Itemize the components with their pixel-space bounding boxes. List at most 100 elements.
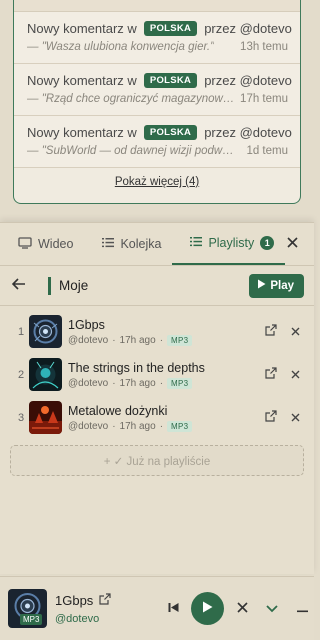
mini-player: MP3 1Gbps @dotevo bbox=[0, 576, 314, 640]
notification-time: 17h temu bbox=[240, 93, 288, 105]
notification-details: — "Wasza ulubiona konwencja gier." 13h t… bbox=[27, 41, 300, 53]
track-cover bbox=[29, 401, 62, 434]
track-title: The strings in the depths bbox=[68, 360, 205, 375]
notification-item[interactable]: Nowy komentarz w POLSKA przez @dotevo — … bbox=[14, 12, 300, 64]
track-author: @dotevo bbox=[68, 420, 109, 432]
track-actions bbox=[264, 409, 314, 425]
playlist-title: Moje bbox=[59, 278, 89, 293]
category-badge[interactable]: POLSKA bbox=[143, 73, 198, 88]
playlist-header: Moje Play bbox=[0, 266, 314, 306]
track-age: 17h ago bbox=[119, 334, 156, 346]
close-icon bbox=[286, 235, 298, 253]
track-number: 3 bbox=[18, 411, 25, 424]
meta-separator: · bbox=[159, 420, 164, 432]
tab-playlists[interactable]: Playlisty 1 bbox=[172, 223, 286, 265]
tab-queue-label: Kolejka bbox=[120, 237, 162, 251]
track-info: 1Gbps @dotevo · 17h ago · MP3 bbox=[68, 318, 264, 346]
open-external-button[interactable] bbox=[264, 409, 278, 425]
open-external-button[interactable] bbox=[264, 323, 278, 341]
notification-prefix: Nowy komentarz w bbox=[27, 21, 137, 36]
monitor-icon bbox=[18, 236, 32, 252]
track-row[interactable]: 1 1Gbps @dotevo · 17h ago · MP3 bbox=[0, 310, 314, 353]
format-badge: MP3 bbox=[167, 334, 193, 346]
notification-author: przez @dotevo bbox=[204, 125, 292, 140]
format-badge: MP3 bbox=[167, 420, 193, 432]
external-link-icon[interactable] bbox=[99, 592, 111, 608]
track-meta: @dotevo · 17h ago · MP3 bbox=[68, 334, 264, 346]
back-button[interactable] bbox=[11, 277, 30, 295]
play-pause-button[interactable] bbox=[191, 592, 224, 625]
meta-separator: · bbox=[159, 377, 164, 389]
notification-headline: Nowy komentarz w POLSKA przez @dotevo bbox=[27, 73, 300, 88]
external-link-icon bbox=[265, 366, 277, 384]
already-in-playlist-button[interactable]: + ✓ Już na playliście bbox=[10, 445, 304, 476]
track-number: 1 bbox=[18, 325, 25, 338]
external-link-icon bbox=[265, 323, 277, 341]
minimize-player-button[interactable] bbox=[290, 597, 314, 621]
meta-separator: · bbox=[112, 420, 116, 432]
notification-author: przez @dotevo bbox=[204, 21, 292, 36]
list-icon bbox=[102, 237, 115, 251]
track-actions bbox=[264, 323, 314, 341]
close-icon bbox=[291, 409, 300, 427]
track-meta: @dotevo · 17h ago · MP3 bbox=[68, 377, 264, 389]
track-author: @dotevo bbox=[68, 334, 109, 346]
track-title: Metalowe dożynki bbox=[68, 403, 168, 418]
track-info: Metalowe dożynki @dotevo · 17h ago · MP3 bbox=[68, 404, 264, 432]
now-playing-title-row: 1Gbps bbox=[55, 593, 143, 608]
track-info: The strings in the depths @dotevo · 17h … bbox=[68, 361, 264, 389]
show-more-container: Pokaż więcej (4) bbox=[14, 168, 300, 188]
tab-video[interactable]: Wideo bbox=[0, 223, 84, 265]
remove-track-button[interactable] bbox=[288, 411, 302, 425]
track-author: @dotevo bbox=[68, 377, 109, 389]
previous-button[interactable] bbox=[161, 597, 185, 621]
stop-button[interactable] bbox=[230, 597, 254, 621]
track-row[interactable]: 2 The strings in the depths @dotevo · 17… bbox=[0, 353, 314, 396]
playlists-count-badge: 1 bbox=[260, 236, 275, 250]
format-badge: MP3 bbox=[167, 377, 193, 389]
notification-quote: — "Wasza ulubiona konwencja gier." bbox=[27, 41, 215, 53]
open-external-button[interactable] bbox=[264, 366, 278, 384]
chevron-down-icon bbox=[266, 600, 278, 618]
notification-details: — "SubWorld — od dawnej wizji podwodne..… bbox=[27, 145, 300, 157]
now-playing-artist[interactable]: @dotevo bbox=[55, 613, 143, 625]
arrow-left-icon bbox=[11, 277, 26, 295]
play-playlist-label: Play bbox=[270, 279, 294, 292]
notification-quote: — "Rząd chce ograniczyć magazynowani... bbox=[27, 93, 235, 105]
meta-separator: · bbox=[112, 377, 116, 389]
track-number: 2 bbox=[18, 368, 25, 381]
notification-item[interactable]: Nowy komentarz w POLSKA przez @dotevo — … bbox=[14, 116, 300, 168]
list-icon bbox=[190, 236, 203, 250]
now-playing-cover[interactable]: MP3 bbox=[8, 589, 47, 628]
player-controls bbox=[161, 592, 314, 625]
skip-previous-icon bbox=[168, 600, 179, 618]
notification-time: 13h temu bbox=[240, 41, 288, 53]
close-icon bbox=[291, 323, 300, 341]
track-actions bbox=[264, 366, 314, 384]
notification-prefix: Nowy komentarz w bbox=[27, 125, 137, 140]
drawer-tabs: Wideo Kolejka Playlisty 1 bbox=[0, 223, 314, 266]
track-row[interactable]: 3 Metalowe dożynki @dotevo · 17h ago · M… bbox=[0, 396, 314, 439]
close-icon bbox=[236, 600, 248, 618]
tab-video-label: Wideo bbox=[38, 237, 74, 251]
track-meta: @dotevo · 17h ago · MP3 bbox=[68, 420, 264, 432]
remove-track-button[interactable] bbox=[288, 368, 302, 382]
play-playlist-button[interactable]: Play bbox=[249, 273, 304, 298]
tab-queue[interactable]: Kolejka bbox=[84, 223, 172, 265]
notification-time: 1d temu bbox=[246, 145, 288, 157]
meta-separator: · bbox=[159, 334, 164, 346]
remove-track-button[interactable] bbox=[288, 325, 302, 339]
notification-quote: — "SubWorld — od dawnej wizji podwodne..… bbox=[27, 145, 235, 157]
close-drawer-button[interactable] bbox=[282, 234, 302, 254]
collapse-player-button[interactable] bbox=[260, 597, 284, 621]
notification-item[interactable]: Nowy komentarz w POLSKA przez @dotevo — … bbox=[14, 64, 300, 116]
playlist-accent-bar bbox=[48, 276, 51, 295]
category-badge[interactable]: POLSKA bbox=[143, 125, 198, 140]
media-drawer: Wideo Kolejka Playlisty 1 Moje Play 1 1G… bbox=[0, 222, 314, 574]
notification-details: — "Rząd chce ograniczyć magazynowani... … bbox=[27, 93, 300, 105]
notifications-area: Nowy komentarz w POLSKA przez @dotevo — … bbox=[0, 0, 314, 222]
show-more-link[interactable]: Pokaż więcej (4) bbox=[115, 176, 199, 188]
category-badge[interactable]: POLSKA bbox=[143, 21, 198, 36]
close-icon bbox=[291, 366, 300, 384]
now-playing-info: 1Gbps @dotevo bbox=[55, 593, 143, 625]
